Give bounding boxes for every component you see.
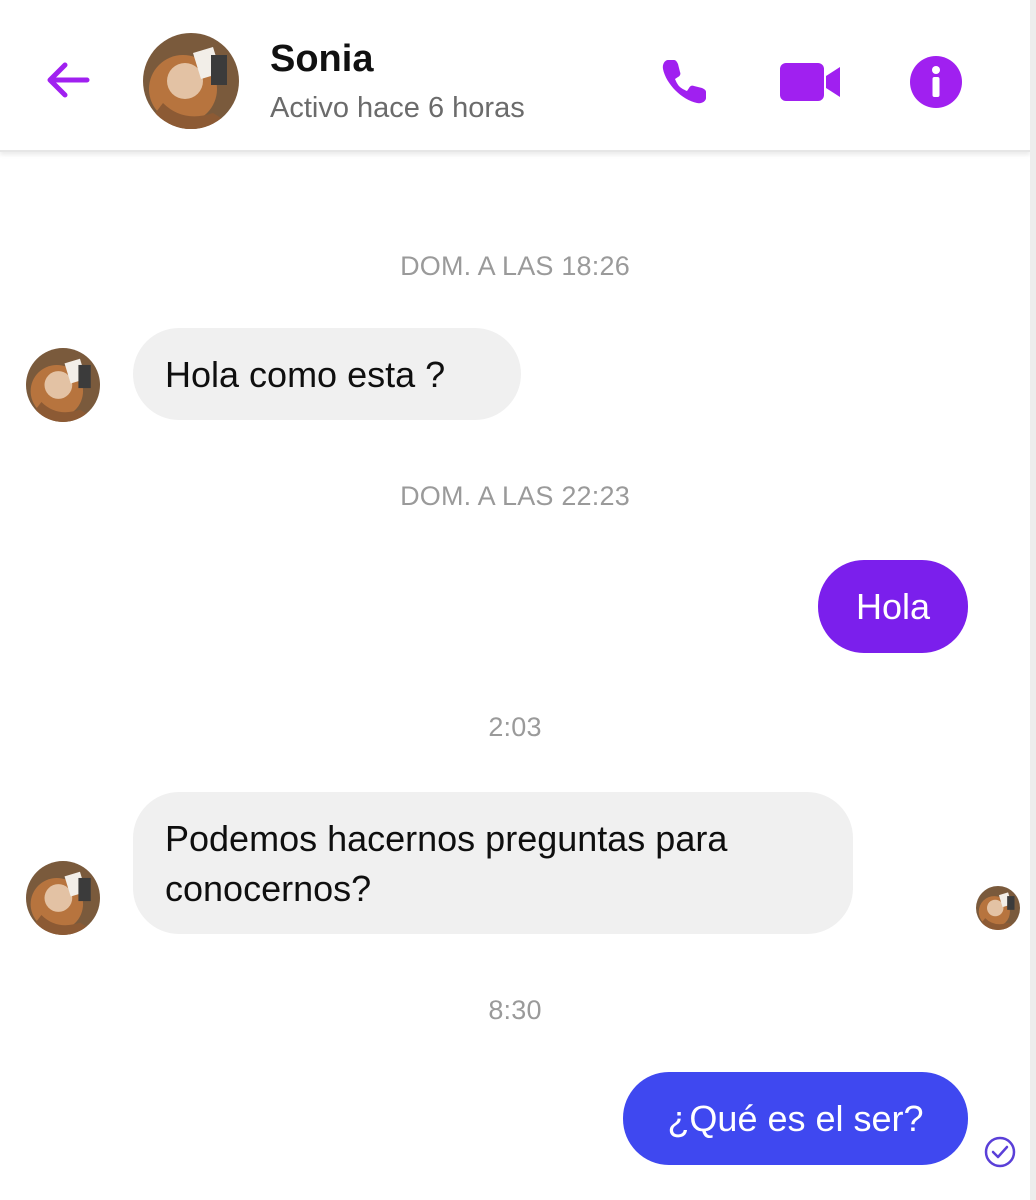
chat-header: Sonia Activo hace 6 horas bbox=[0, 0, 1030, 152]
arrow-left-icon bbox=[47, 62, 90, 98]
incoming-message-bubble[interactable]: Hola como esta ? bbox=[133, 328, 521, 420]
message-text: Hola bbox=[855, 586, 931, 627]
outgoing-message-bubble[interactable]: Hola bbox=[818, 560, 968, 653]
video-camera-icon bbox=[780, 63, 840, 101]
seen-avatar bbox=[976, 886, 1020, 930]
back-button[interactable] bbox=[38, 50, 98, 110]
contact-avatar-small[interactable] bbox=[26, 348, 100, 422]
message-text: Hola como esta ? bbox=[165, 354, 446, 395]
contact-avatar-small[interactable] bbox=[26, 861, 100, 935]
timestamp: 8:30 bbox=[488, 995, 542, 1025]
messenger-chat-screen: Sonia Activo hace 6 horas DOM. A LAS 18:… bbox=[0, 0, 1036, 1200]
message-text: ¿Qué es el ser? bbox=[667, 1098, 924, 1139]
contact-avatar[interactable] bbox=[143, 33, 239, 129]
info-icon bbox=[910, 56, 962, 108]
timestamp: DOM. A LAS 18:26 bbox=[400, 251, 630, 281]
call-button[interactable] bbox=[652, 50, 716, 114]
contact-name: Sonia bbox=[270, 38, 374, 80]
message-text: Podemos hacernos preguntas para conocern… bbox=[165, 818, 728, 909]
info-button[interactable] bbox=[904, 50, 968, 114]
window-edge bbox=[1030, 0, 1036, 1200]
incoming-message-bubble[interactable]: Podemos hacernos preguntas para conocern… bbox=[133, 792, 853, 934]
phone-icon bbox=[662, 60, 706, 104]
outgoing-message-bubble[interactable]: ¿Qué es el ser? bbox=[623, 1072, 968, 1165]
timestamp: 2:03 bbox=[488, 712, 542, 742]
delivered-check-icon bbox=[984, 1136, 1016, 1168]
timestamp: DOM. A LAS 22:23 bbox=[400, 481, 630, 511]
contact-status: Activo hace 6 horas bbox=[270, 92, 525, 124]
video-call-button[interactable] bbox=[776, 50, 846, 114]
